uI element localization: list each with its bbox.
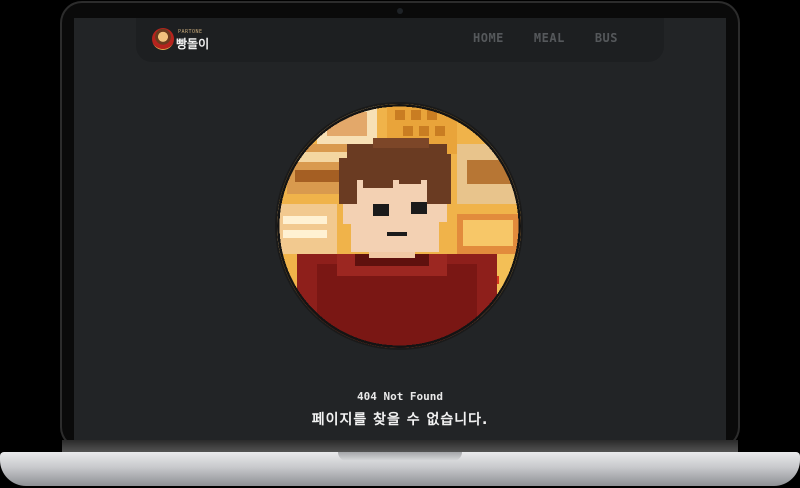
brand-home-link[interactable]: PARTONE 빵돌이 <box>152 27 222 53</box>
nav-bus-link[interactable]: BUS <box>595 31 618 45</box>
brand-logo-icon <box>152 28 174 50</box>
browser-screen: PARTONE 빵돌이 HOME MEAL BUS 404 Not Found … <box>74 18 726 442</box>
error-code: 404 Not Found <box>356 390 444 403</box>
nav-home-link[interactable]: HOME <box>473 31 504 45</box>
nav-menu: HOME MEAL BUS <box>473 31 618 45</box>
laptop-notch <box>338 452 462 461</box>
brand-name: 빵돌이 <box>176 37 210 51</box>
camera-icon <box>397 8 403 14</box>
nav-meal-link[interactable]: MEAL <box>534 31 565 45</box>
pixel-avatar-illustration <box>277 104 521 348</box>
laptop-mockup: PARTONE 빵돌이 HOME MEAL BUS 404 Not Found … <box>0 0 800 488</box>
error-message: 페이지를 찾을 수 없습니다. <box>311 412 489 428</box>
navbar: PARTONE 빵돌이 HOME MEAL BUS <box>136 18 664 62</box>
